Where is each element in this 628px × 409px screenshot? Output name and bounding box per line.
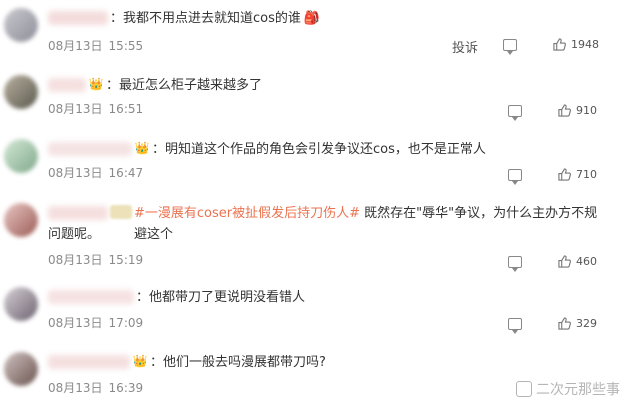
reply-icon xyxy=(503,39,517,55)
report-button[interactable]: 投诉 xyxy=(452,37,478,56)
comment-meta: 08月13日 15:55 xyxy=(48,37,143,54)
thumbs-up-icon xyxy=(558,168,571,181)
reply-button[interactable] xyxy=(508,105,522,121)
comment-meta: 08月13日 15:19 xyxy=(48,251,143,268)
comment-date: 08月13日 xyxy=(48,39,103,53)
comment-time: 15:19 xyxy=(108,253,144,267)
crown-badge-icon: 👑 xyxy=(88,77,104,91)
comment-date: 08月13日 xyxy=(48,381,103,395)
comment-time: 16:39 xyxy=(108,381,144,395)
comment-time: 17:09 xyxy=(108,316,144,330)
avatar[interactable] xyxy=(4,287,38,321)
crown-badge-icon: 👑 xyxy=(132,354,148,368)
like-count: 1948 xyxy=(571,38,599,51)
like-count: 460 xyxy=(576,255,597,268)
avatar[interactable] xyxy=(4,8,38,42)
watermark: 二次元那些事 xyxy=(516,379,620,399)
like-button[interactable]: 460 xyxy=(558,255,597,268)
thumbs-up-icon xyxy=(558,255,571,268)
username-blurred[interactable] xyxy=(48,355,130,369)
topic-hashtag-link[interactable]: #一漫展有coser被扯假发后持刀伤人# xyxy=(134,206,360,221)
comment-text: ：最近怎么柜子越来越多了 xyxy=(106,78,263,93)
watermark-logo-icon xyxy=(516,381,532,397)
username-blurred[interactable] xyxy=(48,78,86,92)
thumbs-up-icon xyxy=(558,317,571,330)
reply-button[interactable] xyxy=(508,318,522,334)
comment-time: 16:47 xyxy=(108,166,144,180)
username-blurred[interactable] xyxy=(48,206,108,220)
like-button[interactable]: 1948 xyxy=(553,38,599,51)
reply-button[interactable] xyxy=(508,169,522,185)
reply-icon xyxy=(508,256,522,272)
reply-icon xyxy=(508,105,522,121)
comment-text: ：明知道这个作品的角色会引发争议还cos，也不是正常人 xyxy=(152,142,486,157)
username-blurred[interactable] xyxy=(48,290,134,304)
like-count: 910 xyxy=(576,104,597,117)
comment-date: 08月13日 xyxy=(48,166,103,180)
comment-time: 15:55 xyxy=(108,39,144,53)
reply-button[interactable] xyxy=(508,256,522,272)
like-count: 710 xyxy=(576,168,597,181)
vip-badge-icon xyxy=(110,205,132,219)
backpack-emoji-icon: 🎒 xyxy=(303,11,321,26)
comment-meta: 08月13日 17:09 xyxy=(48,314,143,331)
like-button[interactable]: 910 xyxy=(558,104,597,117)
reply-button[interactable] xyxy=(503,39,517,55)
crown-badge-icon: 👑 xyxy=(134,141,150,155)
comment-date: 08月13日 xyxy=(48,316,103,330)
comment-meta: 08月13日 16:39 xyxy=(48,379,143,396)
comment-text: ：他都带刀了更说明没看错人 xyxy=(136,290,306,305)
thumbs-up-icon xyxy=(553,38,566,51)
thumbs-up-icon xyxy=(558,104,571,117)
avatar[interactable] xyxy=(4,75,38,109)
avatar[interactable] xyxy=(4,203,38,237)
comment-meta: 08月13日 16:51 xyxy=(48,100,143,117)
comment-meta: 08月13日 16:47 xyxy=(48,164,143,181)
reply-icon xyxy=(508,169,522,185)
avatar[interactable] xyxy=(4,139,38,173)
comment-time: 16:51 xyxy=(108,102,144,116)
comment-date: 08月13日 xyxy=(48,253,103,267)
comment-text-continuation: 问题呢。 xyxy=(48,227,101,242)
comment-text: ：他们一般去吗漫展都带刀吗? xyxy=(150,355,326,370)
avatar[interactable] xyxy=(4,352,38,386)
like-button[interactable]: 710 xyxy=(558,168,597,181)
username-blurred[interactable] xyxy=(48,142,132,156)
comment-text: ：我都不用点进去就知道cos的谁 🎒 xyxy=(110,11,321,26)
username-blurred[interactable] xyxy=(48,11,108,25)
reply-icon xyxy=(508,318,522,334)
like-button[interactable]: 329 xyxy=(558,317,597,330)
like-count: 329 xyxy=(576,317,597,330)
comment-date: 08月13日 xyxy=(48,102,103,116)
